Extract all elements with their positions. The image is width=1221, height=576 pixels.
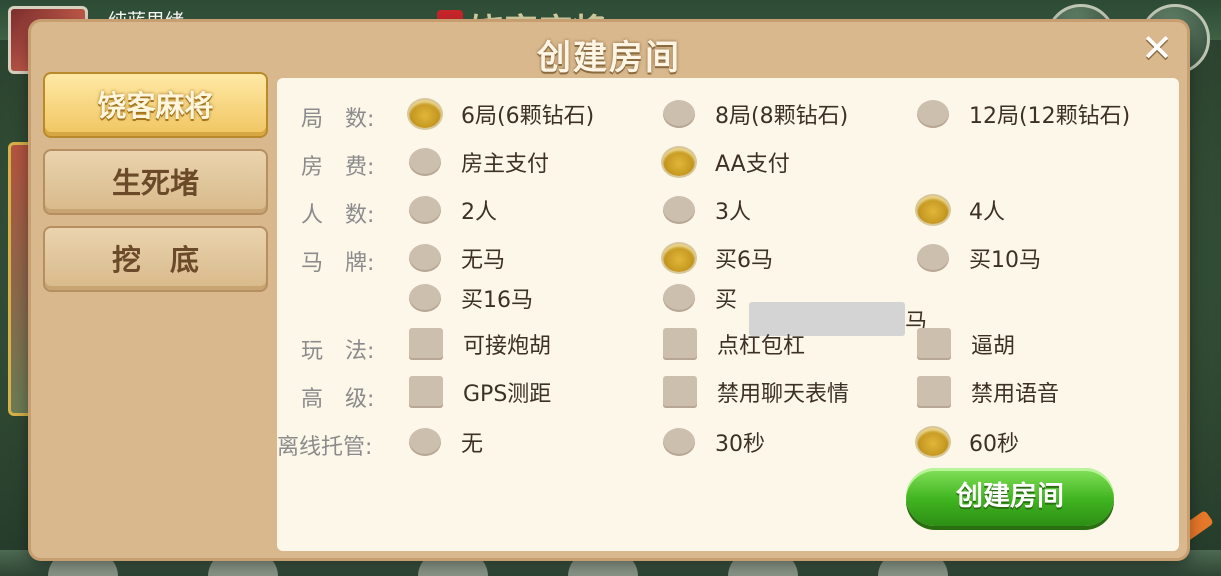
advanced-label: 高 级: bbox=[301, 387, 375, 412]
offline-option-60s[interactable]: 60秒 bbox=[917, 426, 1019, 458]
close-icon[interactable]: ✕ bbox=[1139, 29, 1175, 67]
tab-wadi[interactable]: 挖 底 bbox=[43, 226, 268, 292]
checkbox-icon bbox=[917, 328, 951, 360]
offline-option-30s[interactable]: 30秒 bbox=[663, 426, 765, 458]
checkbox-icon bbox=[409, 328, 443, 360]
play-option-bihu[interactable]: 逼胡 bbox=[917, 328, 1015, 360]
radio-icon bbox=[663, 428, 695, 456]
advanced-option-gps[interactable]: GPS测距 bbox=[409, 376, 551, 408]
offline-option-none[interactable]: 无 bbox=[409, 426, 483, 458]
radio-icon bbox=[409, 428, 441, 456]
advanced-option-no-chat-emoji[interactable]: 禁用聊天表情 bbox=[663, 376, 849, 408]
offline-label: 离线托管: bbox=[277, 435, 373, 460]
checkbox-icon bbox=[663, 328, 697, 360]
checkbox-icon bbox=[409, 376, 443, 408]
advanced-option-no-voice[interactable]: 禁用语音 bbox=[917, 376, 1059, 408]
create-room-dialog: 创建房间 ✕ 饶客麻将 生死堵 挖 底 局 数: 6局(6颗钻石) 8局(8颗钻… bbox=[31, 22, 1187, 558]
play-option-jiepaohu[interactable]: 可接炮胡 bbox=[409, 328, 551, 360]
tab-raoke-majiang[interactable]: 饶客麻将 bbox=[43, 72, 268, 138]
play-option-diangangbaogang[interactable]: 点杠包杠 bbox=[663, 328, 805, 360]
tab-shengsidu[interactable]: 生死堵 bbox=[43, 149, 268, 215]
create-room-button[interactable]: 创建房间 bbox=[906, 468, 1114, 526]
play-label: 玩 法: bbox=[301, 339, 375, 364]
radio-selected-icon bbox=[917, 428, 949, 456]
checkbox-icon bbox=[917, 376, 951, 408]
checkbox-icon bbox=[663, 376, 697, 408]
